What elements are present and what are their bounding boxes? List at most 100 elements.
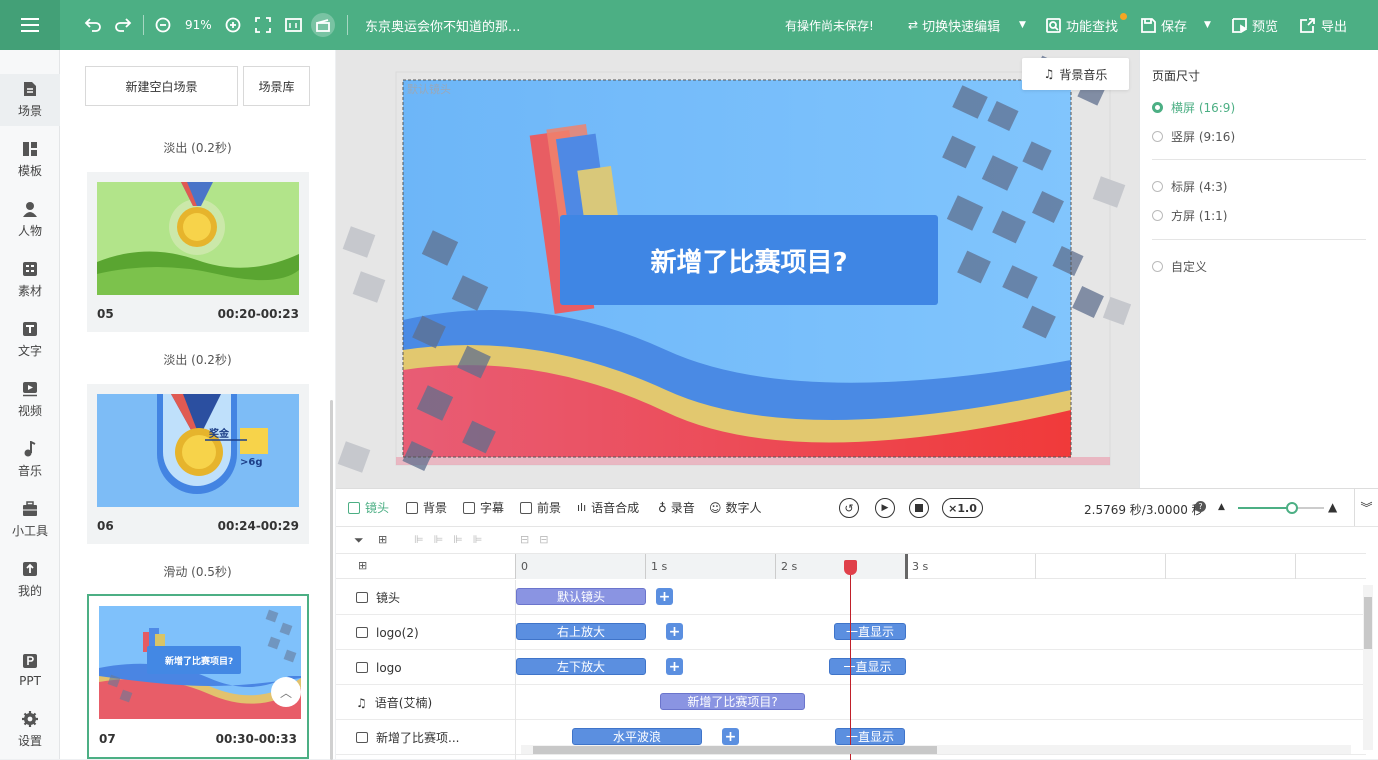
rail-item-toolbox[interactable]: 小工具 — [0, 494, 60, 546]
playhead-handle[interactable] — [844, 560, 857, 575]
rail-item-scene[interactable]: 场景 — [0, 74, 60, 126]
align-icons[interactable]: ⊫⊫⊫⊫ — [414, 533, 492, 546]
zoom-slider-handle[interactable] — [1286, 502, 1298, 514]
text-icon — [23, 322, 37, 336]
new-blank-scene-button[interactable]: 新建空白场景 — [85, 66, 238, 106]
doc-title[interactable]: 东京奥运会你不知道的那... — [365, 0, 520, 50]
clapper-button[interactable] — [311, 0, 335, 50]
timeline-clip[interactable]: 一直显示 — [835, 728, 905, 745]
rail-item-text[interactable]: 文字 — [0, 314, 60, 366]
scene-card-selected[interactable]: 新增了比赛项目? ︿ 07 00:30-00:33 — [87, 594, 309, 759]
scene-library-button[interactable]: 场景库 — [243, 66, 310, 106]
actual-size-button[interactable] — [285, 0, 302, 50]
scene-scrollbar[interactable] — [330, 400, 333, 760]
group-icon[interactable]: ⊞ — [378, 533, 387, 546]
quick-edit-button[interactable]: ⇄ 切换快速编辑 — [908, 0, 1000, 50]
music-note-icon: ♫ — [1043, 67, 1055, 81]
timeline-clip[interactable]: 默认镜头 — [516, 588, 646, 605]
tab-label: 录音 — [670, 501, 695, 515]
speed-button[interactable]: ×1.0 — [942, 498, 983, 518]
export-button[interactable]: 导出 — [1300, 0, 1347, 50]
redo-button[interactable] — [113, 0, 133, 50]
rail-item-material[interactable]: 素材 — [0, 254, 60, 306]
scene-card[interactable]: 奖金 >6g 06 00:24-00:29 — [87, 384, 309, 544]
collapse-timeline-button[interactable]: ︾ — [1354, 489, 1378, 526]
zoom-large-icon[interactable]: ▲ — [1328, 500, 1337, 514]
preview-button[interactable]: 预览 — [1232, 0, 1278, 50]
tab-foreground[interactable]: 前景 — [520, 489, 561, 526]
zoom-slider-track[interactable] — [1238, 507, 1290, 509]
add-clip-button[interactable]: + — [666, 658, 683, 675]
playhead[interactable] — [850, 561, 851, 760]
transition-label[interactable]: 淡出 (0.2秒) — [60, 139, 335, 156]
play-button[interactable]: ▶ — [875, 498, 895, 518]
track-name: 新增了比赛项... — [376, 731, 460, 745]
fit-screen-button[interactable] — [255, 0, 271, 50]
tab-label: 前景 — [537, 501, 562, 515]
tick-label: 2 s — [781, 560, 798, 573]
rail-item-mine[interactable]: 我的 — [0, 554, 60, 606]
transition-label[interactable]: 淡出 (0.2秒) — [60, 351, 335, 368]
stop-button[interactable] — [909, 498, 929, 518]
radio-landscape[interactable]: 横屏 (16:9) — [1152, 99, 1235, 116]
undo-button[interactable] — [83, 0, 103, 50]
track-name: 镜头 — [376, 591, 401, 605]
radio-custom[interactable]: 自定义 — [1152, 258, 1207, 275]
waveform-icon: ılı — [577, 501, 587, 514]
rail-item-settings[interactable]: 设置 — [0, 704, 60, 756]
tab-camera[interactable]: 镜头 — [348, 489, 389, 526]
zoom-small-icon[interactable]: ▲ — [1218, 502, 1225, 512]
filter-icon[interactable]: ⏷ — [354, 533, 364, 548]
timeline-clip[interactable]: 左下放大 — [516, 658, 646, 675]
radio-portrait[interactable]: 竖屏 (9:16) — [1152, 128, 1235, 145]
tab-background[interactable]: 背景 — [406, 489, 447, 526]
radio-standard[interactable]: 标屏 (4:3) — [1152, 178, 1228, 195]
timeline-clip[interactable]: 水平波浪 — [572, 728, 702, 745]
quick-edit-dropdown-icon[interactable]: ▼ — [1019, 0, 1026, 50]
distribute-icons[interactable]: ⊟⊟ — [520, 533, 558, 546]
track-row: logo(2) 右上放大 + 一直显示 — [336, 615, 1366, 650]
tick-label: 0 — [521, 560, 528, 573]
rail-label: 模板 — [17, 164, 42, 178]
zoom-in-button[interactable] — [225, 0, 241, 50]
h-scrollbar[interactable] — [521, 745, 1351, 754]
rail-item-video[interactable]: 视频 — [0, 374, 60, 426]
scene-card[interactable]: 05 00:20-00:23 — [87, 172, 309, 332]
canvas-area: 默认镜头 新增了比赛项目? ♫ 背景音乐 — [336, 50, 1139, 488]
tab-tts[interactable]: ılı 语音合成 — [577, 489, 639, 526]
tab-subtitle[interactable]: 字幕 — [463, 489, 504, 526]
headline-text[interactable]: 新增了比赛项目? — [560, 215, 938, 305]
h-scrollbar-thumb[interactable] — [533, 746, 937, 754]
tab-record[interactable]: ♁ 录音 — [658, 489, 695, 526]
zoom-out-button[interactable] — [155, 0, 171, 50]
tab-label: 镜头 — [365, 501, 390, 515]
timeline-clip[interactable]: 一直显示 — [829, 658, 906, 675]
rail-item-ppt[interactable]: PPT — [0, 644, 60, 696]
rail-item-person[interactable]: 人物 — [0, 194, 60, 246]
replay-button[interactable]: ↺ — [839, 498, 859, 518]
audio-clip[interactable]: 新增了比赛项目? — [660, 693, 805, 710]
add-clip-button[interactable]: + — [722, 728, 739, 745]
save-dropdown-icon[interactable]: ▼ — [1204, 0, 1211, 50]
v-scrollbar-thumb[interactable] — [1364, 597, 1372, 649]
rail-item-music[interactable]: 音乐 — [0, 434, 60, 486]
add-clip-button[interactable]: + — [656, 588, 673, 605]
timeline-clip[interactable]: 右上放大 — [516, 623, 646, 640]
timeline-clip[interactable]: 一直显示 — [834, 623, 906, 640]
radio-square[interactable]: 方屏 (1:1) — [1152, 207, 1228, 224]
bg-music-button[interactable]: ♫ 背景音乐 — [1022, 58, 1129, 90]
tab-digital-human[interactable]: ☺ 数字人 — [709, 489, 762, 526]
transition-label[interactable]: 滑动 (0.5秒) — [60, 563, 335, 580]
help-icon[interactable]: ? — [1195, 501, 1206, 512]
scene-panel: 新建空白场景 场景库 淡出 (0.2秒) 05 00:20-00:23 淡出 (… — [60, 50, 335, 760]
scroll-top-button[interactable]: ︿ — [271, 677, 301, 707]
zoom-in-icon — [225, 17, 241, 33]
feature-search-button[interactable]: 功能查找 — [1046, 0, 1127, 50]
add-clip-button[interactable]: + — [666, 623, 683, 640]
radio-icon — [1152, 131, 1163, 142]
save-button[interactable]: 保存 — [1141, 0, 1187, 50]
menu-button[interactable] — [0, 0, 60, 50]
camera-label: 默认镜头 — [407, 83, 451, 96]
v-scrollbar[interactable] — [1363, 585, 1373, 750]
rail-item-template[interactable]: 模板 — [0, 134, 60, 186]
